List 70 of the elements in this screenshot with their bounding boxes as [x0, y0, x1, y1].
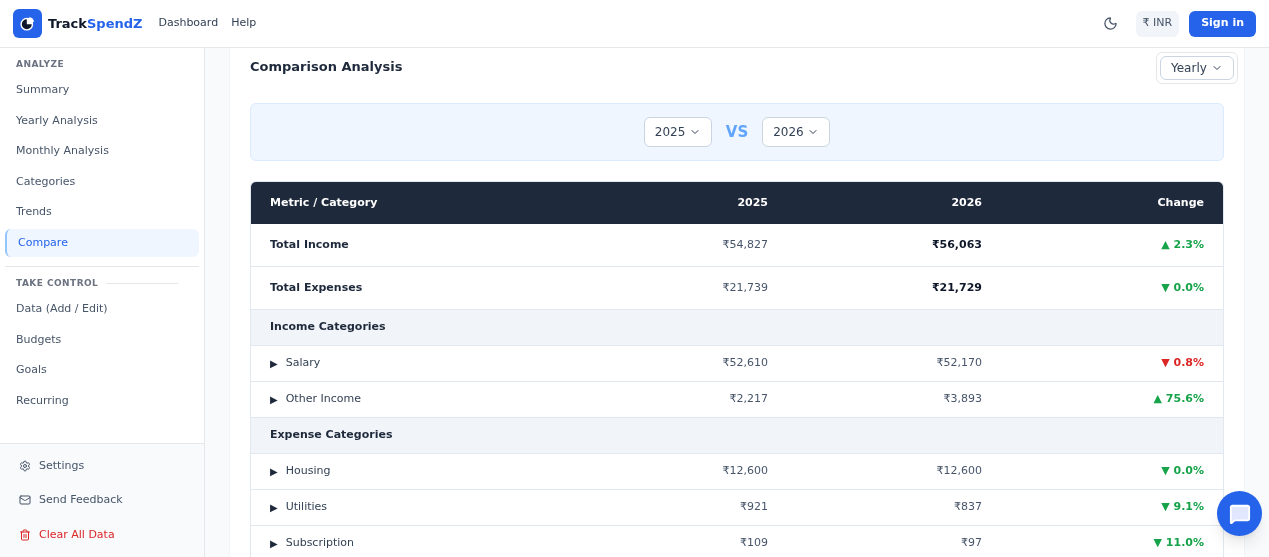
- vs-label: VS: [725, 121, 749, 143]
- table-cell-text: Total Income: [270, 236, 349, 253]
- table-cell-text: ₹52,170: [935, 355, 982, 372]
- table-cell-text: ₹21,729: [930, 279, 982, 296]
- table-cell-text: ₹97: [960, 535, 982, 552]
- column-header: Change: [1156, 194, 1204, 211]
- currency-button[interactable]: ₹ INR: [1135, 10, 1180, 37]
- expand-toggle[interactable]: ▶: [270, 500, 278, 515]
- change-cell-text: ▲ 75.6%: [1152, 391, 1204, 408]
- sidebar-item[interactable]: Summary: [5, 76, 199, 105]
- brand-name[interactable]: TrackSpendZ: [48, 13, 143, 34]
- column-header: 2025: [736, 194, 768, 211]
- change-cell-text: ▼ 0.0%: [1160, 279, 1204, 296]
- sidebar-action[interactable]: Send Feedback: [19, 492, 185, 509]
- sidebar-item[interactable]: Data (Add / Edit): [5, 295, 199, 324]
- section-title: TAKE CONTROL: [16, 277, 99, 290]
- expand-toggle[interactable]: ▶: [270, 536, 278, 551]
- sidebar-action[interactable]: Clear All Data: [19, 526, 185, 543]
- sidebar-item[interactable]: Yearly Analysis: [5, 107, 199, 135]
- change-cell-text: ▲ 2.3%: [1160, 236, 1204, 253]
- table-cell: Utilities: [285, 499, 328, 516]
- table-cell-text: ₹837: [953, 499, 982, 516]
- table-cell-text: ₹52,610: [721, 355, 768, 372]
- table-cell-text: ₹21,739: [721, 279, 768, 296]
- year-select[interactable]: 2026: [762, 117, 831, 147]
- table-cell: Housing: [285, 463, 331, 480]
- table-cell-text: ₹2,217: [728, 391, 768, 408]
- nav-link[interactable]: Dashboard: [158, 15, 219, 32]
- sidebar-item[interactable]: Categories: [5, 168, 199, 196]
- sidebar-item[interactable]: Recurring: [5, 387, 199, 415]
- sidebar-item[interactable]: Goals: [5, 356, 199, 385]
- sidebar-item[interactable]: Budgets: [5, 326, 199, 354]
- period-select[interactable]: Yearly: [1160, 55, 1234, 80]
- page-title: Comparison Analysis: [250, 58, 403, 77]
- chat-icon: [1228, 502, 1251, 525]
- table-cell-text: ₹3,893: [942, 391, 982, 408]
- settings-icon: [19, 459, 31, 472]
- expand-toggle[interactable]: ▶: [270, 356, 278, 371]
- column-header: 2026: [950, 194, 982, 211]
- section-heading: Income Categories: [270, 319, 386, 336]
- dark-mode-icon[interactable]: [1102, 16, 1118, 31]
- table-cell-text: Total Expenses: [270, 279, 363, 296]
- expand-toggle[interactable]: ▶: [270, 464, 278, 479]
- table-cell-text: ₹56,063: [930, 236, 982, 253]
- table-cell-text: ₹109: [739, 535, 768, 552]
- sidebar-action[interactable]: Settings: [19, 457, 185, 474]
- section-title: ANALYZE: [16, 58, 65, 71]
- change-cell-text: ▼ 0.0%: [1160, 463, 1204, 480]
- table-cell-text: ₹54,827: [721, 236, 768, 253]
- change-cell-text: ▼ 11.0%: [1152, 535, 1204, 552]
- table-cell-text: ₹12,600: [721, 463, 768, 480]
- table-cell: Subscription: [285, 535, 355, 552]
- change-cell-text: ▼ 9.1%: [1160, 499, 1204, 516]
- trash-icon: [19, 528, 31, 541]
- change-cell-text: ▼ 0.8%: [1160, 355, 1204, 372]
- mail-icon: [19, 494, 31, 507]
- table-cell: Other Income: [285, 391, 361, 408]
- logo-icon[interactable]: [13, 9, 42, 38]
- year-select[interactable]: 2025: [643, 117, 712, 147]
- sign-in-button[interactable]: Sign in: [1189, 10, 1256, 37]
- column-header: Metric / Category: [270, 194, 379, 211]
- table-cell-text: ₹921: [739, 499, 768, 516]
- table-cell: Salary: [285, 355, 321, 372]
- expand-toggle[interactable]: ▶: [270, 392, 278, 407]
- table-cell-text: ₹12,600: [935, 463, 982, 480]
- sidebar-item[interactable]: Trends: [5, 198, 199, 227]
- nav-link[interactable]: Help: [231, 15, 257, 32]
- section-heading: Expense Categories: [270, 427, 393, 444]
- sidebar-item[interactable]: Compare: [5, 229, 199, 257]
- sidebar-item[interactable]: Monthly Analysis: [5, 137, 199, 166]
